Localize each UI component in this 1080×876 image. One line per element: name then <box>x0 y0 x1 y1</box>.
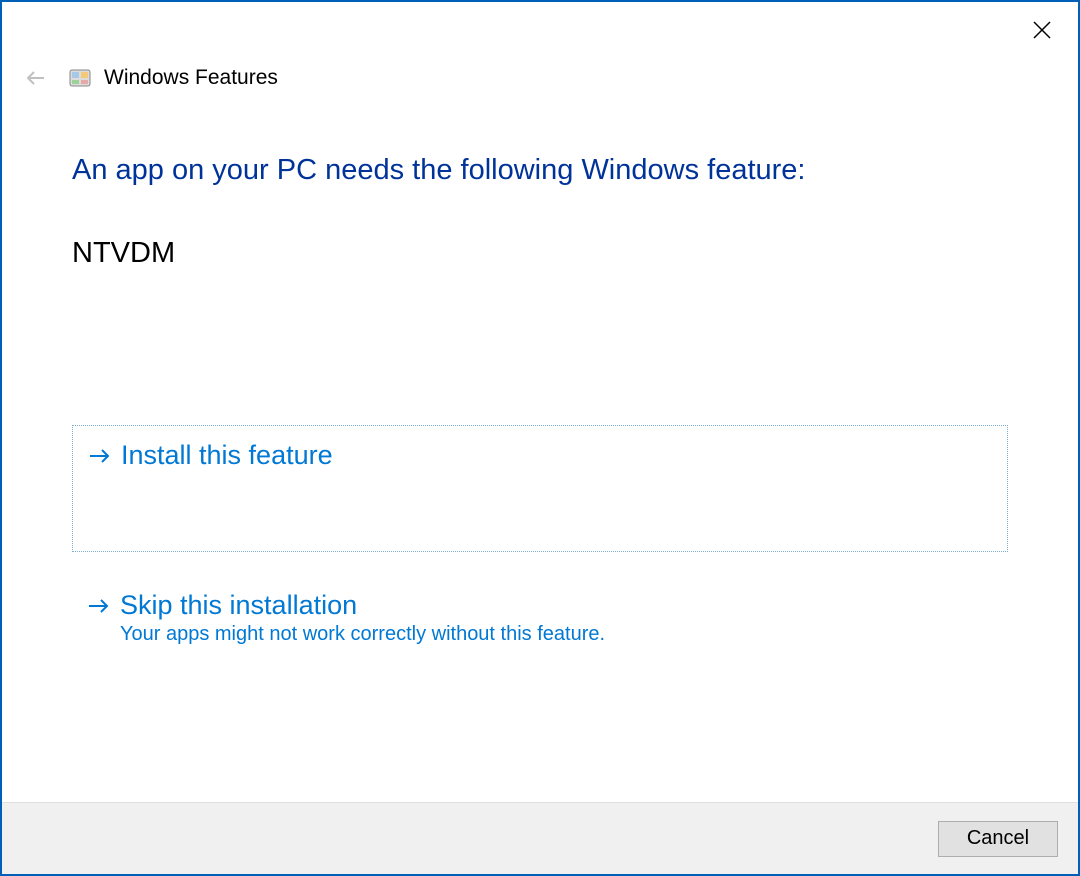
skip-option-subtext: Your apps might not work correctly witho… <box>120 623 994 646</box>
back-button <box>20 62 52 94</box>
window-title: Windows Features <box>104 66 278 90</box>
windows-features-icon <box>68 66 92 90</box>
skip-option-title: Skip this installation <box>120 590 357 621</box>
arrow-left-icon <box>24 66 48 90</box>
titlebar <box>2 2 1078 52</box>
option-row: Install this feature <box>87 440 993 471</box>
cancel-button[interactable]: Cancel <box>938 821 1058 857</box>
header-row: Windows Features <box>2 62 1078 94</box>
dialog-footer: Cancel <box>2 802 1078 874</box>
close-icon <box>1032 20 1052 40</box>
option-row: Skip this installation <box>86 590 994 621</box>
windows-features-dialog: Windows Features An app on your PC needs… <box>0 0 1080 876</box>
arrow-right-icon <box>86 593 112 619</box>
close-button[interactable] <box>1022 10 1062 50</box>
arrow-right-icon <box>87 443 113 469</box>
install-feature-option[interactable]: Install this feature <box>72 425 1008 552</box>
main-heading: An app on your PC needs the following Wi… <box>72 154 1008 187</box>
skip-installation-option[interactable]: Skip this installation Your apps might n… <box>72 576 1008 656</box>
install-option-title: Install this feature <box>121 440 333 471</box>
content-area: An app on your PC needs the following Wi… <box>2 94 1078 802</box>
feature-name: NTVDM <box>72 237 1008 270</box>
